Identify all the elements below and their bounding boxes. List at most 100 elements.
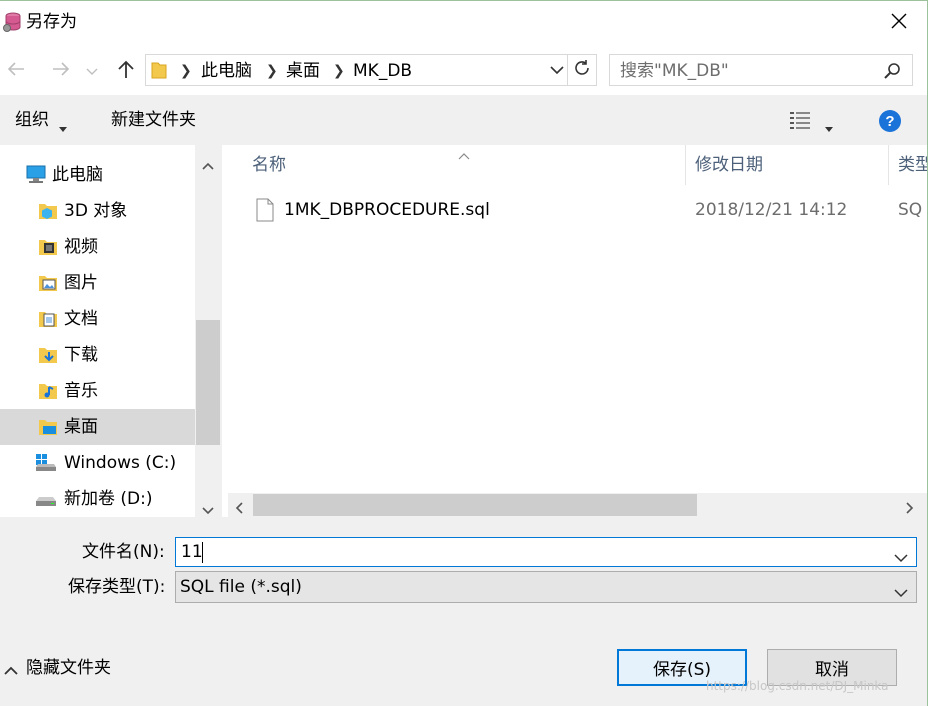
sidebar-item-label: 音乐 xyxy=(64,381,98,401)
filetype-select[interactable]: SQL file (*.sql) xyxy=(175,571,917,603)
back-button[interactable] xyxy=(2,57,30,85)
videos-folder-icon xyxy=(38,237,58,262)
sidebar-item-label: 视频 xyxy=(64,237,98,257)
close-button[interactable] xyxy=(877,5,921,41)
pane-divider[interactable] xyxy=(221,145,228,517)
desktop-folder-icon xyxy=(38,417,58,442)
music-folder-icon xyxy=(38,381,58,406)
sidebar-item-downloads[interactable]: 下载 xyxy=(0,337,195,373)
forward-arrow-icon xyxy=(51,61,71,82)
file-date: 2018/12/21 14:12 xyxy=(695,200,848,220)
address-bar[interactable]: ❯ 此电脑 ❯ 桌面 ❯ MK_DB xyxy=(145,54,597,86)
title-bar: 另存为 xyxy=(0,1,927,45)
navigation-pane-scrollbar[interactable] xyxy=(195,145,221,517)
file-type: SQ xyxy=(898,200,923,220)
sidebar-item-label: Windows (C:) xyxy=(64,453,177,473)
breadcrumb-separator-icon: ❯ xyxy=(180,63,192,79)
column-divider[interactable] xyxy=(685,145,686,185)
organize-button[interactable]: 组织 xyxy=(15,109,49,131)
file-list-horizontal-scrollbar[interactable] xyxy=(228,493,927,517)
computer-icon xyxy=(24,165,48,190)
refresh-icon xyxy=(573,59,591,82)
breadcrumb-item-desktop[interactable]: 桌面 xyxy=(286,60,320,82)
view-options-caret-icon[interactable] xyxy=(825,117,833,137)
filename-value[interactable]: 11 xyxy=(181,541,203,563)
up-button[interactable] xyxy=(112,57,140,85)
chevron-down-icon[interactable] xyxy=(894,548,908,568)
filename-field[interactable]: 11 xyxy=(175,537,917,567)
sidebar-item-label: 图片 xyxy=(64,273,98,293)
sidebar-item-label: 桌面 xyxy=(64,417,98,437)
documents-folder-icon xyxy=(38,309,58,334)
sidebar-item-label: 文档 xyxy=(64,309,98,329)
sidebar-item-pictures[interactable]: 图片 xyxy=(0,265,195,301)
recent-locations-button[interactable] xyxy=(82,57,102,85)
svg-text:?: ? xyxy=(885,113,894,130)
help-icon[interactable]: ? xyxy=(878,109,902,138)
navigation-bar: ❯ 此电脑 ❯ 桌面 ❯ MK_DB 搜索"MK_DB" xyxy=(0,45,927,95)
chevron-down-icon[interactable] xyxy=(894,583,908,603)
save-form: 文件名(N): 11 保存类型(T): SQL file (*.sql) 隐藏文… xyxy=(0,517,927,706)
sidebar-item-documents[interactable]: 文档 xyxy=(0,301,195,337)
sidebar-item-windows-c[interactable]: Windows (C:) xyxy=(0,445,195,481)
back-arrow-icon xyxy=(6,61,26,82)
text-caret xyxy=(202,542,203,563)
watermark-text: https://blog.csdn.net/DJ_Minka xyxy=(706,679,889,693)
dialog-title: 另存为 xyxy=(26,12,77,32)
scroll-up-icon[interactable] xyxy=(202,155,214,175)
breadcrumb-separator-icon: ❯ xyxy=(333,63,345,79)
windows-drive-icon xyxy=(34,453,58,478)
column-divider[interactable] xyxy=(888,145,889,185)
scrollbar-thumb[interactable] xyxy=(196,320,220,445)
sidebar-item-3d-objects[interactable]: 3D 对象 xyxy=(0,193,195,229)
sidebar-item-music[interactable]: 音乐 xyxy=(0,373,195,409)
breadcrumb-separator-icon: ❯ xyxy=(266,63,278,79)
breadcrumb-item-this-pc[interactable]: 此电脑 xyxy=(201,60,252,82)
search-input[interactable]: 搜索"MK_DB" xyxy=(620,60,729,82)
sidebar-item-this-pc[interactable]: 此电脑 xyxy=(0,157,195,193)
refresh-button[interactable] xyxy=(567,55,596,85)
view-options-icon[interactable] xyxy=(789,110,811,135)
sidebar-item-desktop[interactable]: 桌面 xyxy=(0,409,195,445)
search-box[interactable]: 搜索"MK_DB" xyxy=(609,54,913,86)
new-folder-button[interactable]: 新建文件夹 xyxy=(111,109,196,131)
address-dropdown-icon[interactable] xyxy=(550,62,564,83)
scroll-right-icon[interactable] xyxy=(906,499,914,519)
file-icon xyxy=(256,198,274,227)
file-name: 1MK_DBPROCEDURE.sql xyxy=(284,200,490,220)
sidebar-item-label: 3D 对象 xyxy=(64,201,128,221)
sidebar-item-drive-d[interactable]: 新加卷 (D:) xyxy=(0,481,195,517)
command-bar: 组织 新建文件夹 xyxy=(0,95,927,145)
scrollbar-thumb[interactable] xyxy=(253,494,697,516)
hide-folders-label: 隐藏文件夹 xyxy=(26,658,111,678)
3d-objects-folder-icon xyxy=(38,201,58,226)
forward-button[interactable] xyxy=(47,57,75,85)
database-app-icon xyxy=(2,11,24,33)
sidebar-item-videos[interactable]: 视频 xyxy=(0,229,195,265)
pictures-folder-icon xyxy=(38,273,58,298)
filetype-value: SQL file (*.sql) xyxy=(180,577,302,597)
downloads-folder-icon xyxy=(38,345,58,370)
filetype-label: 保存类型(T): xyxy=(68,577,166,597)
scroll-left-icon[interactable] xyxy=(235,499,243,519)
close-icon xyxy=(890,12,908,35)
column-header-type[interactable]: 类型 xyxy=(898,154,927,176)
folder-icon xyxy=(151,60,167,85)
table-row[interactable]: 1MK_DBPROCEDURE.sql 2018/12/21 14:12 SQ xyxy=(228,195,927,227)
save-as-dialog: 另存为 ❯ 此电脑 ❯ 桌面 ❯ MK_DB 搜索"MK_DB" 组织 新建文件… xyxy=(0,0,928,706)
column-header-name[interactable]: 名称 xyxy=(252,154,286,176)
caret-down-icon[interactable] xyxy=(59,117,67,137)
hide-folders-toggle[interactable]: 隐藏文件夹 xyxy=(4,658,111,680)
search-icon[interactable] xyxy=(884,62,902,85)
file-list: 名称 修改日期 类型 1MK_DBPROCEDURE.sql 2018/12/2… xyxy=(228,145,927,493)
navigation-pane: 此电脑 3D 对象 视频 图片 文档 下载 音乐 桌面 Windows (C:)… xyxy=(0,145,221,517)
sidebar-item-label: 此电脑 xyxy=(52,165,103,185)
breadcrumb-item-mk-db[interactable]: MK_DB xyxy=(353,60,412,82)
drive-icon xyxy=(34,489,58,514)
column-header-date[interactable]: 修改日期 xyxy=(695,154,763,176)
sidebar-item-label: 新加卷 (D:) xyxy=(64,489,153,509)
sort-ascending-icon xyxy=(458,145,470,165)
filename-label: 文件名(N): xyxy=(82,542,165,562)
up-arrow-icon xyxy=(117,59,135,84)
chevron-up-icon xyxy=(4,660,18,680)
